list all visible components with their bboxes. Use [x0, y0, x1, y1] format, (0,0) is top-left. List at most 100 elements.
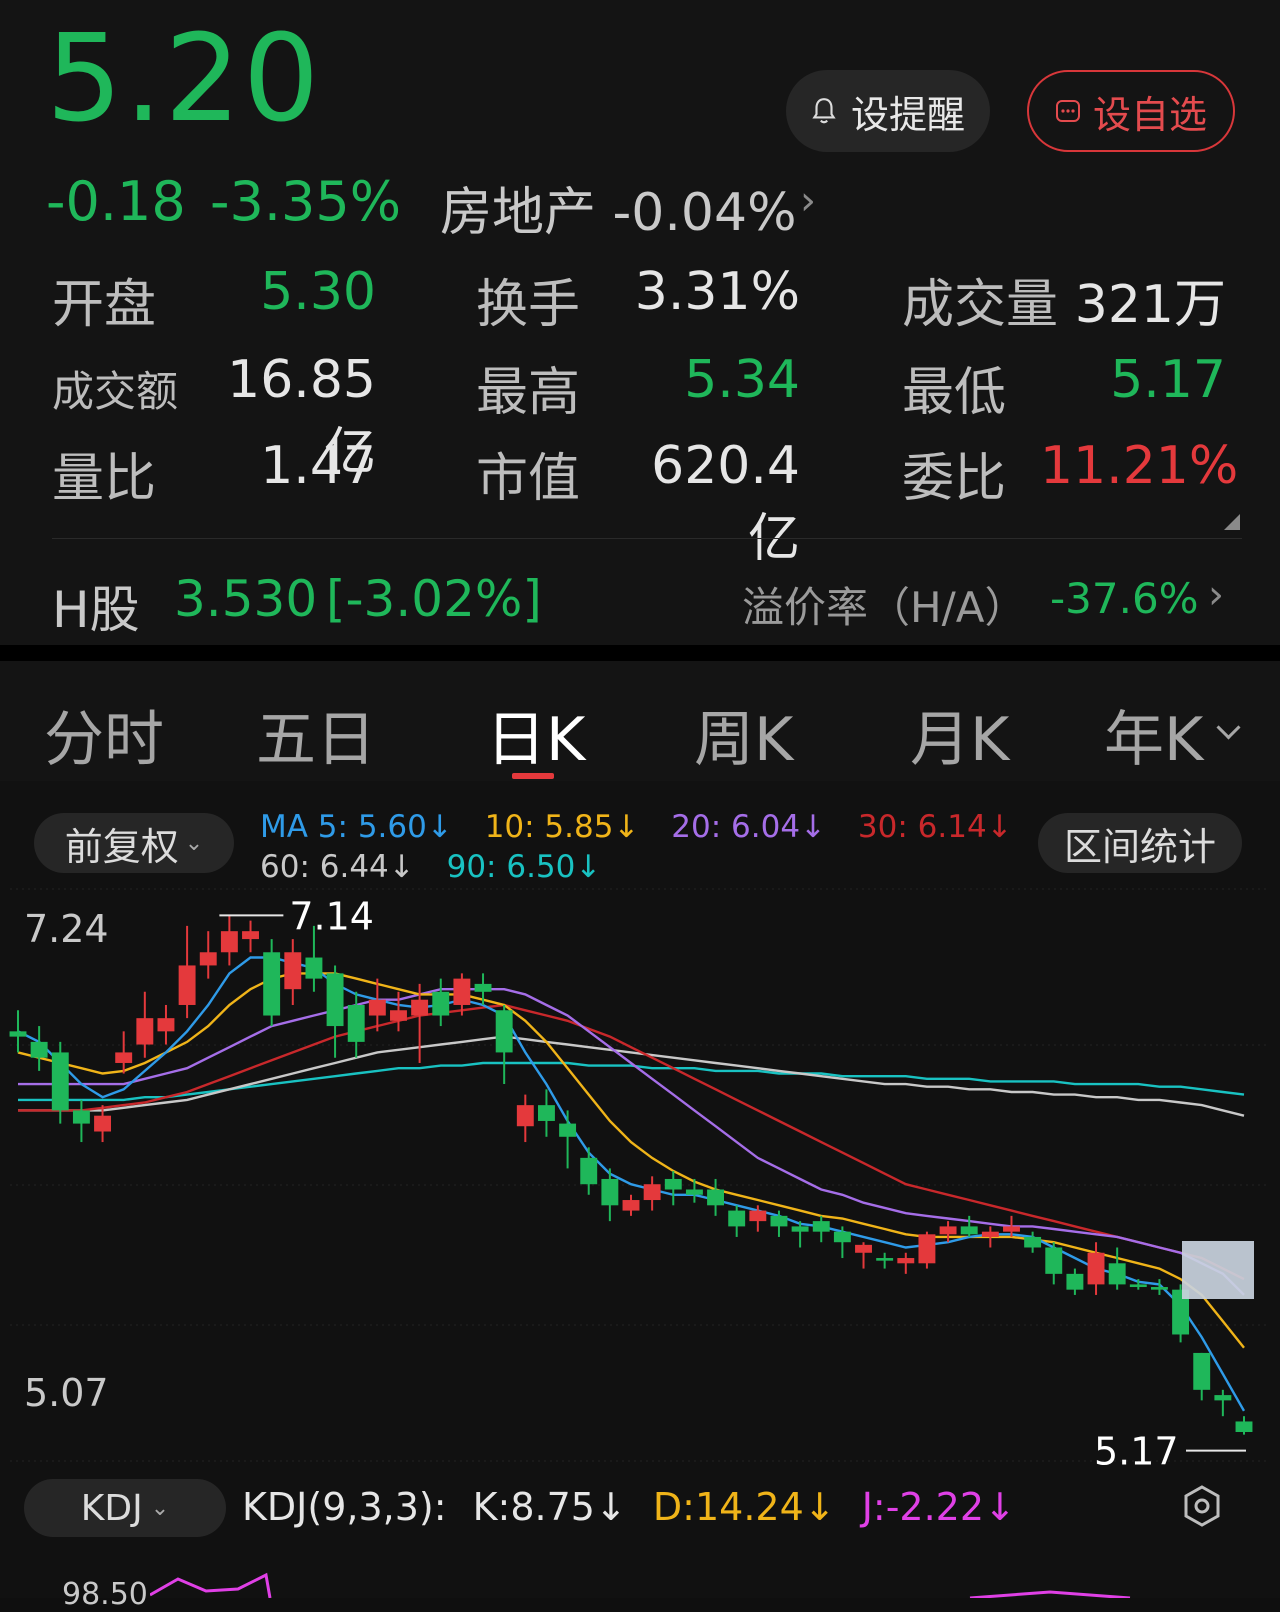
tab-monthly-k[interactable]: 月K — [910, 691, 1009, 778]
adjust-label: 前复权 — [64, 824, 179, 869]
set-alert-button[interactable]: 设提醒 — [786, 70, 990, 152]
candle-body[interactable] — [94, 1115, 112, 1132]
candle-body[interactable] — [1003, 1226, 1020, 1232]
candle-body[interactable] — [876, 1258, 894, 1261]
candle-body[interactable] — [1045, 1247, 1063, 1274]
candle-body[interactable] — [516, 1105, 534, 1127]
candle-body[interactable] — [305, 957, 323, 979]
bell-icon — [812, 98, 836, 124]
candle-body[interactable] — [199, 952, 217, 966]
candle-body[interactable] — [72, 1110, 90, 1124]
ma10-label: 10: 5.85↓ — [484, 809, 640, 845]
candle-body[interactable] — [1193, 1352, 1211, 1390]
candle-body[interactable] — [707, 1189, 725, 1206]
candle-body[interactable] — [390, 1010, 407, 1021]
candle-body[interactable] — [1129, 1284, 1147, 1288]
ma20-label: 20: 6.04↓ — [671, 809, 827, 845]
candle-body[interactable] — [855, 1244, 872, 1253]
tab-daily-k[interactable]: 日K — [486, 691, 585, 778]
chevron-right-icon[interactable]: › — [1208, 572, 1224, 618]
add-watchlist-button[interactable]: 设自选 — [1027, 70, 1235, 152]
candle-body[interactable] — [1024, 1236, 1042, 1248]
candle-body[interactable] — [242, 931, 259, 940]
settings-icon[interactable] — [1182, 1483, 1222, 1529]
candle-body[interactable] — [453, 978, 471, 1005]
candlestick-chart[interactable]: 7.14 5.17 — [0, 885, 1280, 1465]
candle-body[interactable] — [1087, 1252, 1105, 1285]
candle-body[interactable] — [960, 1226, 978, 1235]
range-stats-label: 区间统计 — [1063, 824, 1216, 869]
premium-rate-value: -37.6% — [1050, 574, 1199, 623]
candle-body[interactable] — [791, 1226, 809, 1232]
stat-label-volume-ratio: 量比 — [52, 449, 157, 509]
candle-body[interactable] — [918, 1234, 936, 1264]
candle-body[interactable] — [178, 965, 196, 1005]
active-tab-indicator — [512, 773, 554, 779]
candle-body[interactable] — [622, 1200, 640, 1211]
chevron-down-icon[interactable] — [1216, 715, 1241, 740]
candle-body[interactable] — [157, 1018, 175, 1032]
candle-body[interactable] — [728, 1210, 746, 1227]
indicator-label: KDJ — [80, 1487, 143, 1529]
tab-intraday[interactable]: 分时 — [44, 691, 164, 778]
selection-box[interactable] — [1182, 1241, 1254, 1299]
adjust-selector[interactable]: 前复权 ⌄ — [34, 813, 234, 873]
stat-label-low: 最低 — [902, 363, 1007, 423]
candle-body[interactable] — [1108, 1263, 1126, 1285]
candle-body[interactable] — [347, 1004, 365, 1042]
kdj-j-line — [150, 1572, 272, 1598]
candle-body[interactable] — [643, 1184, 661, 1201]
kdj-k: K:8.75↓ — [472, 1485, 627, 1529]
stat-label-open: 开盘 — [52, 275, 157, 335]
candle-body[interactable] — [685, 1189, 703, 1195]
kdj-title: KDJ(9,3,3): — [242, 1485, 447, 1529]
divider — [52, 538, 1242, 539]
candle-body[interactable] — [1150, 1287, 1168, 1290]
candle-body[interactable] — [220, 931, 238, 953]
candle-body[interactable] — [51, 1052, 69, 1111]
ma-legend-row1: MA 5: 5.60↓ 10: 5.85↓ 20: 6.04↓ 30: 6.14… — [260, 809, 1013, 845]
candle-body[interactable] — [601, 1178, 619, 1206]
tab-yearly-k[interactable]: 年K — [1104, 691, 1203, 778]
candle-body[interactable] — [368, 999, 386, 1016]
indicator-selector[interactable]: KDJ ⌄ — [24, 1479, 226, 1537]
candle-body[interactable] — [432, 991, 450, 1016]
candle-body[interactable] — [9, 1031, 27, 1037]
candle-body[interactable] — [559, 1123, 577, 1137]
candle-body[interactable] — [1235, 1421, 1253, 1433]
candle-body[interactable] — [30, 1041, 48, 1058]
candle-body[interactable] — [1066, 1273, 1084, 1290]
candle-body[interactable] — [1214, 1395, 1232, 1401]
price-change-percent: -3.35% — [210, 170, 402, 233]
stat-value-market-cap: 620.4亿 — [651, 436, 800, 569]
candle-body[interactable] — [136, 1018, 154, 1045]
candle-body[interactable] — [326, 973, 344, 1027]
candle-body[interactable] — [537, 1105, 555, 1121]
candle-body[interactable] — [981, 1231, 999, 1237]
sector-link[interactable]: 房地产 -0.04% — [440, 170, 797, 245]
candle-body[interactable] — [664, 1178, 682, 1190]
h-share-label: H股 — [52, 581, 140, 639]
candle-body[interactable] — [833, 1231, 851, 1243]
tab-weekly-k[interactable]: 周K — [694, 691, 793, 778]
candle-body[interactable] — [770, 1215, 788, 1227]
candle-body[interactable] — [115, 1052, 133, 1063]
candle-body[interactable] — [939, 1226, 957, 1235]
chevron-right-icon[interactable]: › — [800, 178, 816, 224]
tab-five-day[interactable]: 五日 — [256, 691, 376, 778]
h-share-change: [-3.02%] — [326, 570, 542, 628]
stat-value-open: 5.30 — [260, 262, 376, 322]
sector-name: 房地产 — [440, 183, 597, 243]
candle-body[interactable] — [411, 999, 429, 1016]
quote-panel: 5.20 设提醒 设自选 -0.18 -3.35% 房地产 -0.04% › 开… — [0, 0, 1280, 645]
candle-body[interactable] — [580, 1157, 598, 1185]
candle-body[interactable] — [263, 952, 281, 1016]
candle-body[interactable] — [284, 952, 302, 990]
candle-body[interactable] — [812, 1221, 830, 1232]
candle-body[interactable] — [474, 983, 492, 992]
candle-body[interactable] — [495, 1010, 513, 1053]
range-stats-button[interactable]: 区间统计 — [1038, 813, 1242, 873]
candle-body[interactable] — [897, 1258, 915, 1264]
candle-body[interactable] — [749, 1210, 767, 1222]
expand-corner-icon[interactable] — [1224, 514, 1240, 530]
